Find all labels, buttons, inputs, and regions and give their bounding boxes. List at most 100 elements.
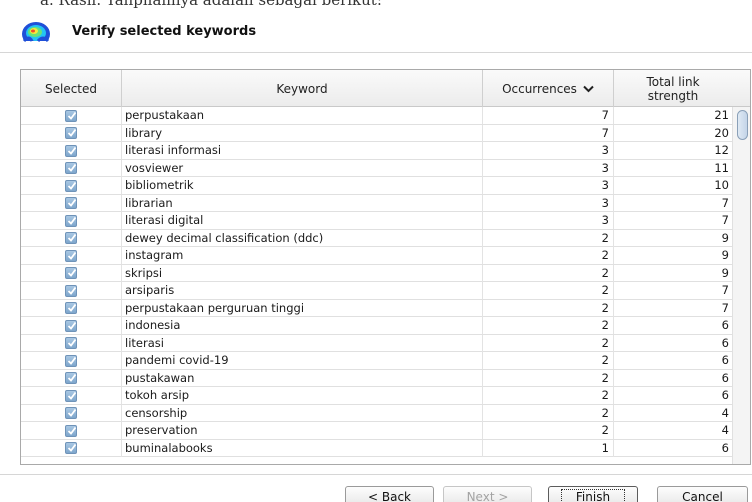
occurrences-cell: 2 [483, 387, 614, 404]
checkbox-checked-icon[interactable] [65, 284, 77, 297]
link-strength-cell: 9 [721, 265, 729, 280]
table-row[interactable]: perpustakaan 7 21 [21, 107, 732, 125]
checkbox-checked-icon[interactable] [65, 109, 77, 122]
checkbox-checked-icon[interactable] [65, 442, 77, 454]
table-row[interactable]: pandemi covid-19 2 6 [21, 352, 732, 370]
table-row[interactable]: preservation 2 4 [21, 422, 732, 440]
table-row[interactable]: tokoh arsip 2 6 [21, 387, 732, 405]
table-row[interactable]: literasi informasi 3 12 [21, 142, 732, 160]
column-header-selected[interactable]: Selected [21, 70, 122, 107]
link-strength-cell: 4 [721, 423, 729, 437]
table-row[interactable]: vosviewer 3 11 [21, 159, 732, 177]
checkbox-checked-icon[interactable] [65, 389, 77, 402]
table-row[interactable]: skripsi 2 9 [21, 264, 732, 282]
checkbox-checked-icon[interactable] [65, 372, 77, 384]
checkbox-checked-icon[interactable] [65, 214, 77, 227]
selected-cell [21, 177, 122, 194]
checkbox-checked-icon[interactable] [65, 127, 77, 139]
column-header-label: Total link strength [646, 74, 700, 103]
checkbox-checked-icon[interactable] [65, 232, 77, 244]
keyword-cell: skripsi [122, 264, 483, 282]
occurrences-cell: 3 [483, 142, 614, 159]
checkbox-checked-icon[interactable] [65, 267, 77, 279]
keyword-table: Selected Keyword Occurrences Total link … [20, 69, 751, 465]
checkbox-checked-icon[interactable] [65, 302, 77, 314]
keyword-cell: preservation [122, 422, 483, 439]
selected-cell [21, 317, 122, 334]
selected-cell [21, 334, 122, 352]
link-strength-cell: 6 [721, 335, 729, 350]
keyword-cell: literasi [122, 334, 483, 352]
back-button[interactable]: < Back [345, 486, 434, 502]
checkbox-checked-icon[interactable] [65, 354, 77, 367]
table-body: perpustakaan 7 21 library 7 20 literasi inform… [21, 107, 732, 457]
link-strength-cell: 6 [721, 318, 729, 332]
keyword-cell: vosviewer [122, 159, 483, 177]
column-header-label: Selected [44, 81, 98, 96]
checkbox-checked-icon[interactable] [65, 407, 77, 419]
keyword-cell: bibliometrik [122, 177, 483, 194]
selected-cell [21, 369, 122, 387]
link-strength-cell: 11 [714, 160, 729, 175]
table-row[interactable]: literasi digital 3 7 [21, 212, 732, 230]
column-header-keyword[interactable]: Keyword [122, 70, 483, 107]
selected-cell [21, 352, 122, 369]
link-strength-cell: 7 [721, 195, 729, 210]
selected-cell [21, 194, 122, 212]
checkbox-checked-icon[interactable] [65, 249, 77, 262]
link-strength-cell: 9 [721, 248, 729, 262]
table-row[interactable]: indonesia 2 6 [21, 317, 732, 335]
keyword-cell: dewey decimal classification (ddc) [122, 229, 483, 247]
occurrences-cell: 2 [483, 317, 614, 334]
table-row[interactable]: librarian 3 7 [21, 194, 732, 212]
next-button[interactable]: Next > [443, 486, 532, 502]
selected-cell [21, 142, 122, 159]
checkbox-checked-icon[interactable] [65, 337, 77, 349]
selected-cell [21, 107, 122, 124]
keyword-cell: librarian [122, 194, 483, 212]
occurrences-cell: 3 [483, 159, 614, 177]
checkbox-checked-icon[interactable] [65, 319, 77, 332]
keyword-cell: perpustakaan [122, 107, 483, 124]
cancel-button[interactable]: Cancel [657, 486, 748, 502]
checkbox-checked-icon[interactable] [65, 162, 77, 174]
link-strength-cell: 6 [721, 353, 729, 367]
keyword-cell: pandemi covid-19 [122, 352, 483, 369]
table-row[interactable]: arsiparis 2 7 [21, 282, 732, 300]
link-strength-cell: 6 [721, 388, 729, 402]
table-row[interactable]: pustakawan 2 6 [21, 369, 732, 387]
table-row[interactable]: library 7 20 [21, 124, 732, 142]
table-row[interactable]: perpustakaan perguruan tinggi 2 7 [21, 299, 732, 317]
selected-cell [21, 439, 122, 457]
checkbox-checked-icon[interactable] [65, 424, 77, 437]
column-header-total-link-strength[interactable]: Total link strength [614, 70, 732, 107]
table-row[interactable]: buminalabooks 1 6 [21, 439, 732, 457]
keyword-cell: buminalabooks [122, 439, 483, 457]
keyword-cell: arsiparis [122, 282, 483, 299]
table-row[interactable]: dewey decimal classification (ddc) 2 9 [21, 229, 732, 247]
keyword-cell: perpustakaan perguruan tinggi [122, 299, 483, 317]
vosviewer-logo-icon [21, 22, 51, 49]
checkbox-checked-icon[interactable] [65, 197, 77, 209]
link-strength-cell: 20 [714, 125, 729, 140]
column-header-label: Occurrences [502, 81, 577, 96]
scrollbar-thumb[interactable] [737, 110, 748, 140]
table-row[interactable]: instagram 2 9 [21, 247, 732, 265]
keyword-cell: library [122, 124, 483, 142]
finish-button[interactable]: Finish [548, 486, 638, 502]
keyword-cell: literasi informasi [122, 142, 483, 159]
vertical-scrollbar[interactable] [732, 107, 750, 464]
table-row[interactable]: literasi 2 6 [21, 334, 732, 352]
checkbox-checked-icon[interactable] [65, 144, 77, 157]
occurrences-cell: 2 [483, 422, 614, 439]
selected-cell [21, 124, 122, 142]
occurrences-cell: 3 [483, 212, 614, 229]
checkbox-checked-icon[interactable] [65, 179, 77, 192]
occurrences-cell: 1 [483, 439, 614, 457]
table-row[interactable]: censorship 2 4 [21, 404, 732, 422]
table-row[interactable]: bibliometrik 3 10 [21, 177, 732, 195]
selected-cell [21, 282, 122, 299]
occurrences-cell: 2 [483, 404, 614, 422]
occurrences-cell: 7 [483, 107, 614, 124]
column-header-occurrences[interactable]: Occurrences [483, 70, 614, 107]
